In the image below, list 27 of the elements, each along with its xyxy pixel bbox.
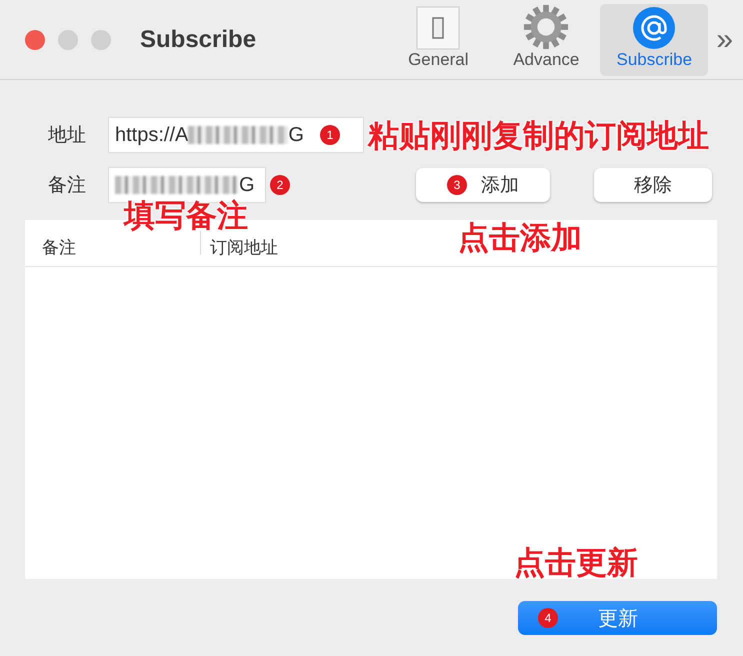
field-text: https://A (115, 124, 188, 146)
remove-button[interactable]: 移除 (594, 168, 712, 202)
column-header[interactable]: 订阅地址 (210, 236, 278, 258)
switch-icon (416, 6, 460, 50)
step-number: 1 (320, 125, 340, 145)
step-number: 2 (270, 175, 290, 195)
column-header[interactable]: 备注 (42, 236, 76, 258)
annotation-text: 点击添加 (458, 219, 582, 257)
field-text: G (239, 174, 255, 196)
field-label: 备注 (47, 174, 87, 198)
window-title: Subscribe (140, 26, 258, 54)
field-text: G (288, 124, 304, 146)
annotation-text: 点击更新 (514, 544, 638, 582)
at-sign-icon (632, 6, 676, 50)
url-field[interactable]: https://A G 1 (109, 118, 363, 152)
toolbar-tab[interactable]: Subscribe (600, 4, 708, 76)
field-label: 地址 (47, 124, 87, 148)
toolbar-tab[interactable]: Advance (492, 4, 600, 76)
minimize-button[interactable] (58, 30, 78, 50)
update-button[interactable]: 4 更新 (518, 601, 717, 635)
overflow-button[interactable]: » (716, 22, 733, 56)
zoom-button[interactable] (91, 30, 111, 50)
toolbar-tab[interactable]: General (384, 4, 492, 76)
gear-icon (522, 4, 570, 50)
add-button[interactable]: 3 添加 (416, 168, 550, 202)
annotation-text: 粘贴刚刚复制的订阅地址 (368, 117, 709, 155)
close-button[interactable] (25, 30, 45, 50)
